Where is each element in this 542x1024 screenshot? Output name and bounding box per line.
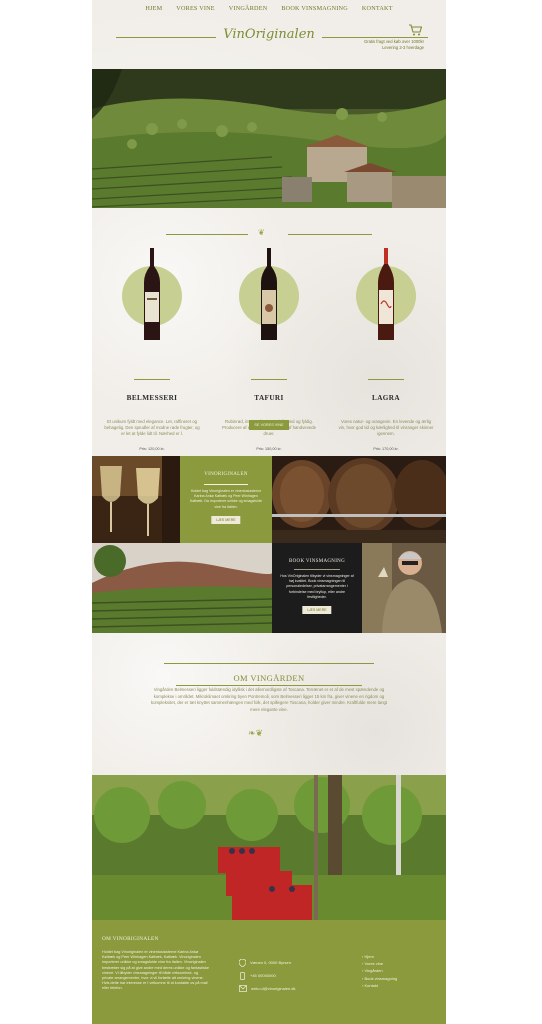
about-divider-top bbox=[164, 663, 374, 664]
vineyard-harvest-image bbox=[92, 775, 446, 920]
book-tasting-tile: BOOK VINSMAGNING Hos VinOriginalen tilby… bbox=[272, 543, 362, 633]
footer-title: OM VINORIGINALEN bbox=[102, 936, 159, 942]
wine-description: Et unikum fyldt med elegance. Let, raffi… bbox=[104, 419, 200, 436]
winemaker-portrait-image bbox=[362, 543, 446, 633]
wine-name[interactable]: LAGRA bbox=[336, 394, 436, 402]
wine-name[interactable]: BELMESSERI bbox=[102, 394, 202, 402]
email-icon bbox=[239, 985, 247, 992]
wine-price: Pris: 120,00 kr. bbox=[139, 447, 165, 451]
nav-vineyard[interactable]: VINGÅRDEN bbox=[229, 5, 268, 12]
footer-address: Vænen 0, 0000 Byrsen bbox=[250, 960, 291, 965]
book-tasting-tile-rule bbox=[294, 569, 340, 570]
wine-glasses-image bbox=[92, 456, 180, 543]
header: HJEM VORES VINE VINGÅRDEN BOOK VINSMAGNI… bbox=[92, 0, 446, 68]
footer-link-contact[interactable]: › Kontakt bbox=[362, 982, 397, 989]
wine-price: Pris: 170,00 kr. bbox=[373, 447, 399, 451]
wines-section: ❦ BELMESSERI Et unikum fyldt med eleganc… bbox=[92, 208, 446, 456]
vinoriginalen-tile-body: Holdet bag Vinoriginalen er vinentusiast… bbox=[189, 489, 263, 509]
shipping-free-text: Gratis fragt ved køb over 1000kr bbox=[363, 39, 424, 44]
wine-price: Pris: 150,00 kr. bbox=[256, 447, 282, 451]
nav-home[interactable]: HJEM bbox=[145, 5, 162, 12]
footer: OM VINORIGINALEN Holdet bag Vinoriginale… bbox=[92, 920, 446, 1024]
about-section: OM VINGÅRDEN Vingården Belmesseri ligger… bbox=[92, 633, 446, 775]
footer-link-vineyard[interactable]: › Vingården bbox=[362, 967, 397, 974]
footer-link-home[interactable]: › Hjem bbox=[362, 953, 397, 960]
main-nav: HJEM VORES VINE VINGÅRDEN BOOK VINSMAGNI… bbox=[92, 5, 446, 12]
wine-description: Vores natur- og orangevin. En levende og… bbox=[338, 419, 434, 436]
wine-barrels-image bbox=[272, 456, 446, 543]
see-wines-button[interactable]: SE VORES VINE bbox=[249, 420, 289, 430]
about-title: OM VINGÅRDEN bbox=[233, 673, 305, 683]
footer-email[interactable]: writu.ul@vinoriginalen.dk bbox=[251, 986, 296, 991]
nav-contact[interactable]: KONTAKT bbox=[362, 5, 393, 12]
vinoriginalen-tile-rule bbox=[204, 484, 248, 485]
phone-icon bbox=[240, 971, 245, 980]
footer-links: › Hjem › Vores vine › Vingården › Book v… bbox=[362, 953, 397, 989]
footer-email-row: writu.ul@vinoriginalen.dk bbox=[239, 982, 296, 995]
book-tasting-read-more-button[interactable]: LÆS MERE bbox=[302, 606, 332, 614]
footer-phone[interactable]: +45 00000000 bbox=[250, 973, 276, 978]
wines-divider-left bbox=[166, 234, 248, 235]
wine-bottle-image[interactable] bbox=[142, 248, 162, 340]
wine-name-rule bbox=[134, 379, 170, 380]
footer-address-row: Vænen 0, 0000 Byrsen bbox=[239, 956, 296, 969]
wine-bottle-image[interactable] bbox=[376, 248, 396, 340]
wine-name-rule bbox=[251, 379, 287, 380]
book-tasting-tile-title: BOOK VINSMAGNING bbox=[289, 559, 345, 564]
about-body: Vingården Belmesseri ligger fuldstændig … bbox=[150, 687, 388, 712]
footer-phone-row: +45 00000000 bbox=[239, 969, 296, 982]
wines-divider-right bbox=[288, 234, 372, 235]
nav-our-wines[interactable]: VORES VINE bbox=[176, 5, 215, 12]
header-divider-right bbox=[322, 37, 428, 38]
vinoriginalen-tile: VINORIGINALEN Holdet bag Vinoriginalen e… bbox=[180, 456, 272, 543]
location-pin-icon bbox=[239, 958, 246, 967]
vinoriginalen-read-more-button[interactable]: LÆS MERE bbox=[211, 516, 241, 524]
footer-about-text: Holdet bag Vinoriginalen er vinentusiast… bbox=[102, 950, 210, 991]
shipping-delivery-text: Levering 2-3 hverdage bbox=[382, 44, 424, 50]
footer-link-wines[interactable]: › Vores vine bbox=[362, 960, 397, 967]
about-divider-under-title bbox=[176, 685, 362, 686]
nav-book-tasting[interactable]: BOOK VINSMAGNING bbox=[281, 5, 348, 12]
leaf-ornament-icon: ❦ bbox=[258, 228, 265, 237]
hero-vineyard-image bbox=[92, 69, 446, 208]
leaf-ornament-icon: ❧❦ bbox=[248, 728, 264, 738]
footer-link-book-tasting[interactable]: › Book vinsmagning bbox=[362, 975, 397, 982]
wine-name-rule bbox=[368, 379, 404, 380]
shipping-info: Gratis fragt ved køb over 1000kr Leverin… bbox=[364, 39, 424, 50]
footer-contact: Vænen 0, 0000 Byrsen +45 00000000 writu.… bbox=[239, 956, 296, 995]
wine-name[interactable]: TAFURI bbox=[219, 394, 319, 402]
vineyard-hills-image bbox=[92, 543, 272, 633]
book-tasting-tile-body: Hos VinOriginalen tilbyder vi vinsmagnin… bbox=[280, 574, 354, 599]
vinoriginalen-tile-title: VINORIGINALEN bbox=[204, 472, 248, 477]
cart-icon[interactable] bbox=[408, 24, 422, 36]
page: HJEM VORES VINE VINGÅRDEN BOOK VINSMAGNI… bbox=[92, 0, 446, 1024]
wine-bottle-image[interactable] bbox=[259, 248, 279, 340]
